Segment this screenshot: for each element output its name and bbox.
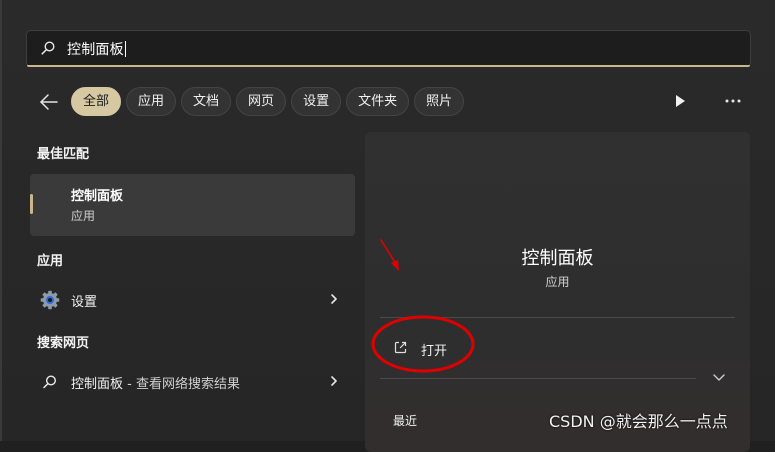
filter-folders[interactable]: 文件夹 [346, 87, 410, 116]
watermark: CSDN @就会那么一点点 [549, 412, 728, 431]
web-search-suffix: - 查看网络搜索结果 [123, 377, 240, 392]
filter-photos[interactable]: 照片 [414, 87, 465, 116]
chevron-right-icon[interactable] [329, 293, 339, 305]
chevron-right-icon[interactable] [329, 375, 339, 387]
more-options-icon[interactable] [723, 93, 743, 109]
open-action[interactable]: 打开 [421, 340, 447, 359]
divider [380, 317, 735, 318]
divider [380, 378, 696, 379]
search-icon [43, 375, 57, 389]
web-search-query: 控制面板 [71, 377, 124, 392]
best-match-heading: 最佳匹配 [37, 147, 90, 162]
back-arrow-icon[interactable] [38, 91, 60, 113]
filter-all[interactable]: 全部 [71, 87, 122, 116]
filter-apps[interactable]: 应用 [126, 87, 177, 116]
search-input[interactable]: 控制面板 [67, 39, 126, 59]
web-search-item[interactable]: 控制面板 - 查看网络搜索结果 [30, 366, 355, 396]
selection-indicator [30, 194, 33, 214]
recent-heading: 最近 [393, 414, 418, 428]
filter-settings[interactable]: 设置 [291, 87, 342, 116]
detail-subtitle: 应用 [545, 275, 570, 289]
search-box[interactable]: 控制面板 [26, 30, 751, 67]
text-caret [124, 41, 126, 57]
filter-documents[interactable]: 文档 [181, 87, 232, 116]
open-external-icon [394, 341, 407, 354]
play-icon[interactable] [673, 94, 687, 108]
apps-heading: 应用 [37, 254, 64, 269]
detail-title: 控制面板 [521, 248, 594, 269]
search-icon [41, 41, 55, 55]
chevron-down-icon[interactable] [712, 373, 726, 383]
filter-chips: 全部 应用 文档 网页 设置 文件夹 照片 [71, 87, 465, 116]
best-match-subtitle: 应用 [71, 209, 96, 223]
filter-web[interactable]: 网页 [236, 87, 287, 116]
settings-gear-icon [40, 290, 60, 310]
web-search-heading: 搜索网页 [37, 336, 90, 351]
window-edge [0, 0, 2, 441]
best-match-item[interactable]: 控制面板 应用 [30, 174, 355, 236]
detail-pane: 控制面板 应用 打开 最近 [365, 132, 750, 452]
app-item-label: 设置 [71, 295, 98, 310]
web-search-text: 控制面板 - 查看网络搜索结果 [71, 373, 240, 392]
app-item-settings[interactable]: 设置 [30, 284, 355, 314]
best-match-title: 控制面板 [71, 189, 124, 204]
